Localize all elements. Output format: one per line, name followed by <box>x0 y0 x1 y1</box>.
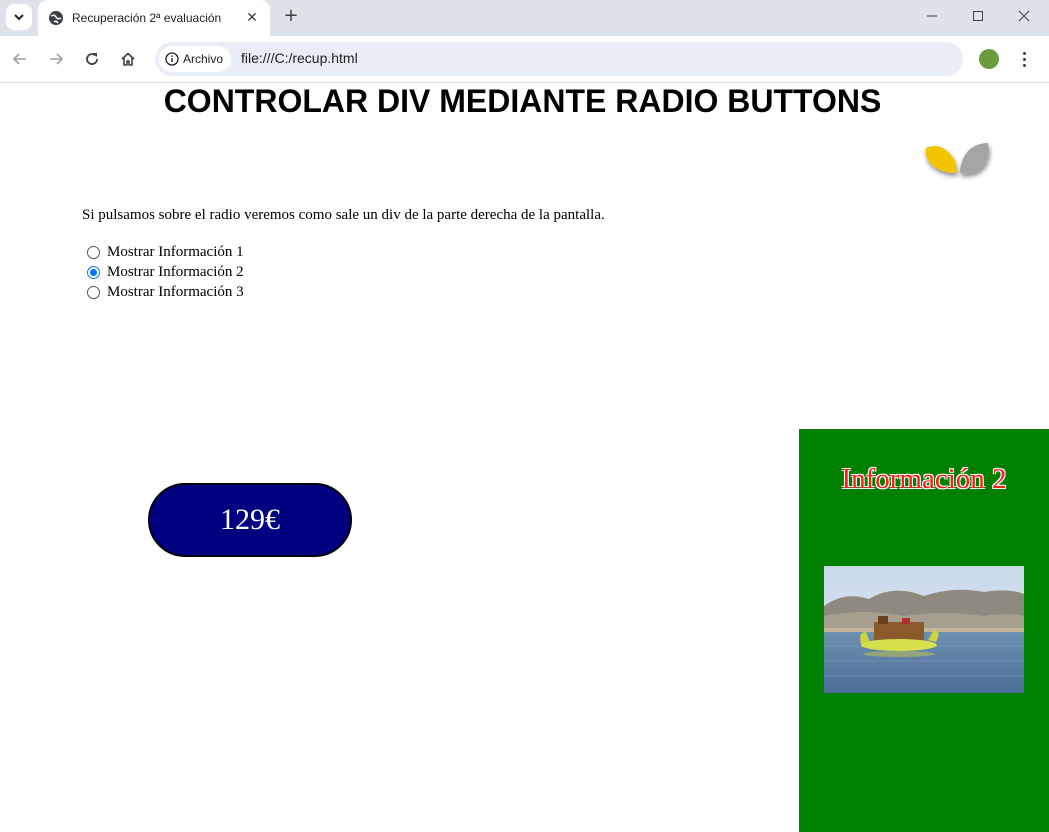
radio-label: Mostrar Información 2 <box>107 263 244 280</box>
browser-menu-button[interactable] <box>1014 47 1034 71</box>
reload-icon <box>86 53 98 65</box>
tab-close-icon[interactable]: ✕ <box>244 10 260 26</box>
info-panel-title: Información 2 <box>841 463 1007 495</box>
browser-toolbar: Archivo file:///C:/recup.html <box>0 36 1049 83</box>
radio-group: Mostrar Información 1 Mostrar Informació… <box>87 242 244 302</box>
reload-button[interactable] <box>80 47 104 71</box>
minimize-button[interactable] <box>909 0 955 32</box>
minimize-icon <box>927 15 937 17</box>
radio-option-3[interactable]: Mostrar Información 3 <box>87 282 244 302</box>
globe-icon <box>49 11 63 25</box>
price-badge: 129€ <box>148 483 352 557</box>
chevron-down-icon <box>14 14 24 21</box>
tab-title: Recuperación 2ª evaluación <box>72 11 222 25</box>
menu-dot <box>1022 63 1026 67</box>
leaves-logo-icon <box>925 143 989 174</box>
radio-option-1[interactable]: Mostrar Información 1 <box>87 242 244 262</box>
forward-button[interactable] <box>44 47 68 71</box>
arrow-left-icon <box>12 53 26 65</box>
maximize-icon <box>973 11 983 21</box>
home-button[interactable] <box>116 47 140 71</box>
tab-search-button[interactable] <box>6 4 32 30</box>
radio-button-selected[interactable] <box>87 265 100 279</box>
new-tab-button[interactable]: + <box>280 5 302 27</box>
radio-label: Mostrar Información 3 <box>107 283 244 300</box>
tab-strip: Recuperación 2ª evaluación ✕ + <box>0 0 1049 36</box>
site-info-chip[interactable]: Archivo <box>159 46 232 72</box>
close-window-button[interactable] <box>1001 0 1047 32</box>
arrow-right-icon <box>50 53 64 65</box>
home-icon <box>121 52 135 66</box>
radio-button[interactable] <box>87 245 100 259</box>
radio-label: Mostrar Información 1 <box>107 243 244 260</box>
profile-avatar[interactable] <box>979 49 999 69</box>
address-bar[interactable]: Archivo file:///C:/recup.html <box>155 42 963 76</box>
info-panel: Información 2 <box>799 429 1049 832</box>
intro-text: Si pulsamos sobre el radio veremos como … <box>82 207 605 223</box>
page-content: CONTROLAR DIV MEDIANTE RADIO BUTTONS Si … <box>0 83 1049 832</box>
maximize-button[interactable] <box>955 0 1001 32</box>
radio-button[interactable] <box>87 285 100 299</box>
active-tab[interactable]: Recuperación 2ª evaluación ✕ <box>38 0 270 36</box>
reed-boat-lake-photo <box>824 566 1024 693</box>
page-title: CONTROLAR DIV MEDIANTE RADIO BUTTONS <box>163 83 882 119</box>
info-icon <box>165 52 179 66</box>
back-button[interactable] <box>8 47 32 71</box>
menu-dot <box>1022 51 1026 55</box>
url-text[interactable]: file:///C:/recup.html <box>241 50 358 66</box>
site-info-label: Archivo <box>183 52 224 66</box>
menu-dot <box>1022 57 1026 61</box>
close-icon <box>1018 10 1030 22</box>
radio-option-2[interactable]: Mostrar Información 2 <box>87 262 244 282</box>
